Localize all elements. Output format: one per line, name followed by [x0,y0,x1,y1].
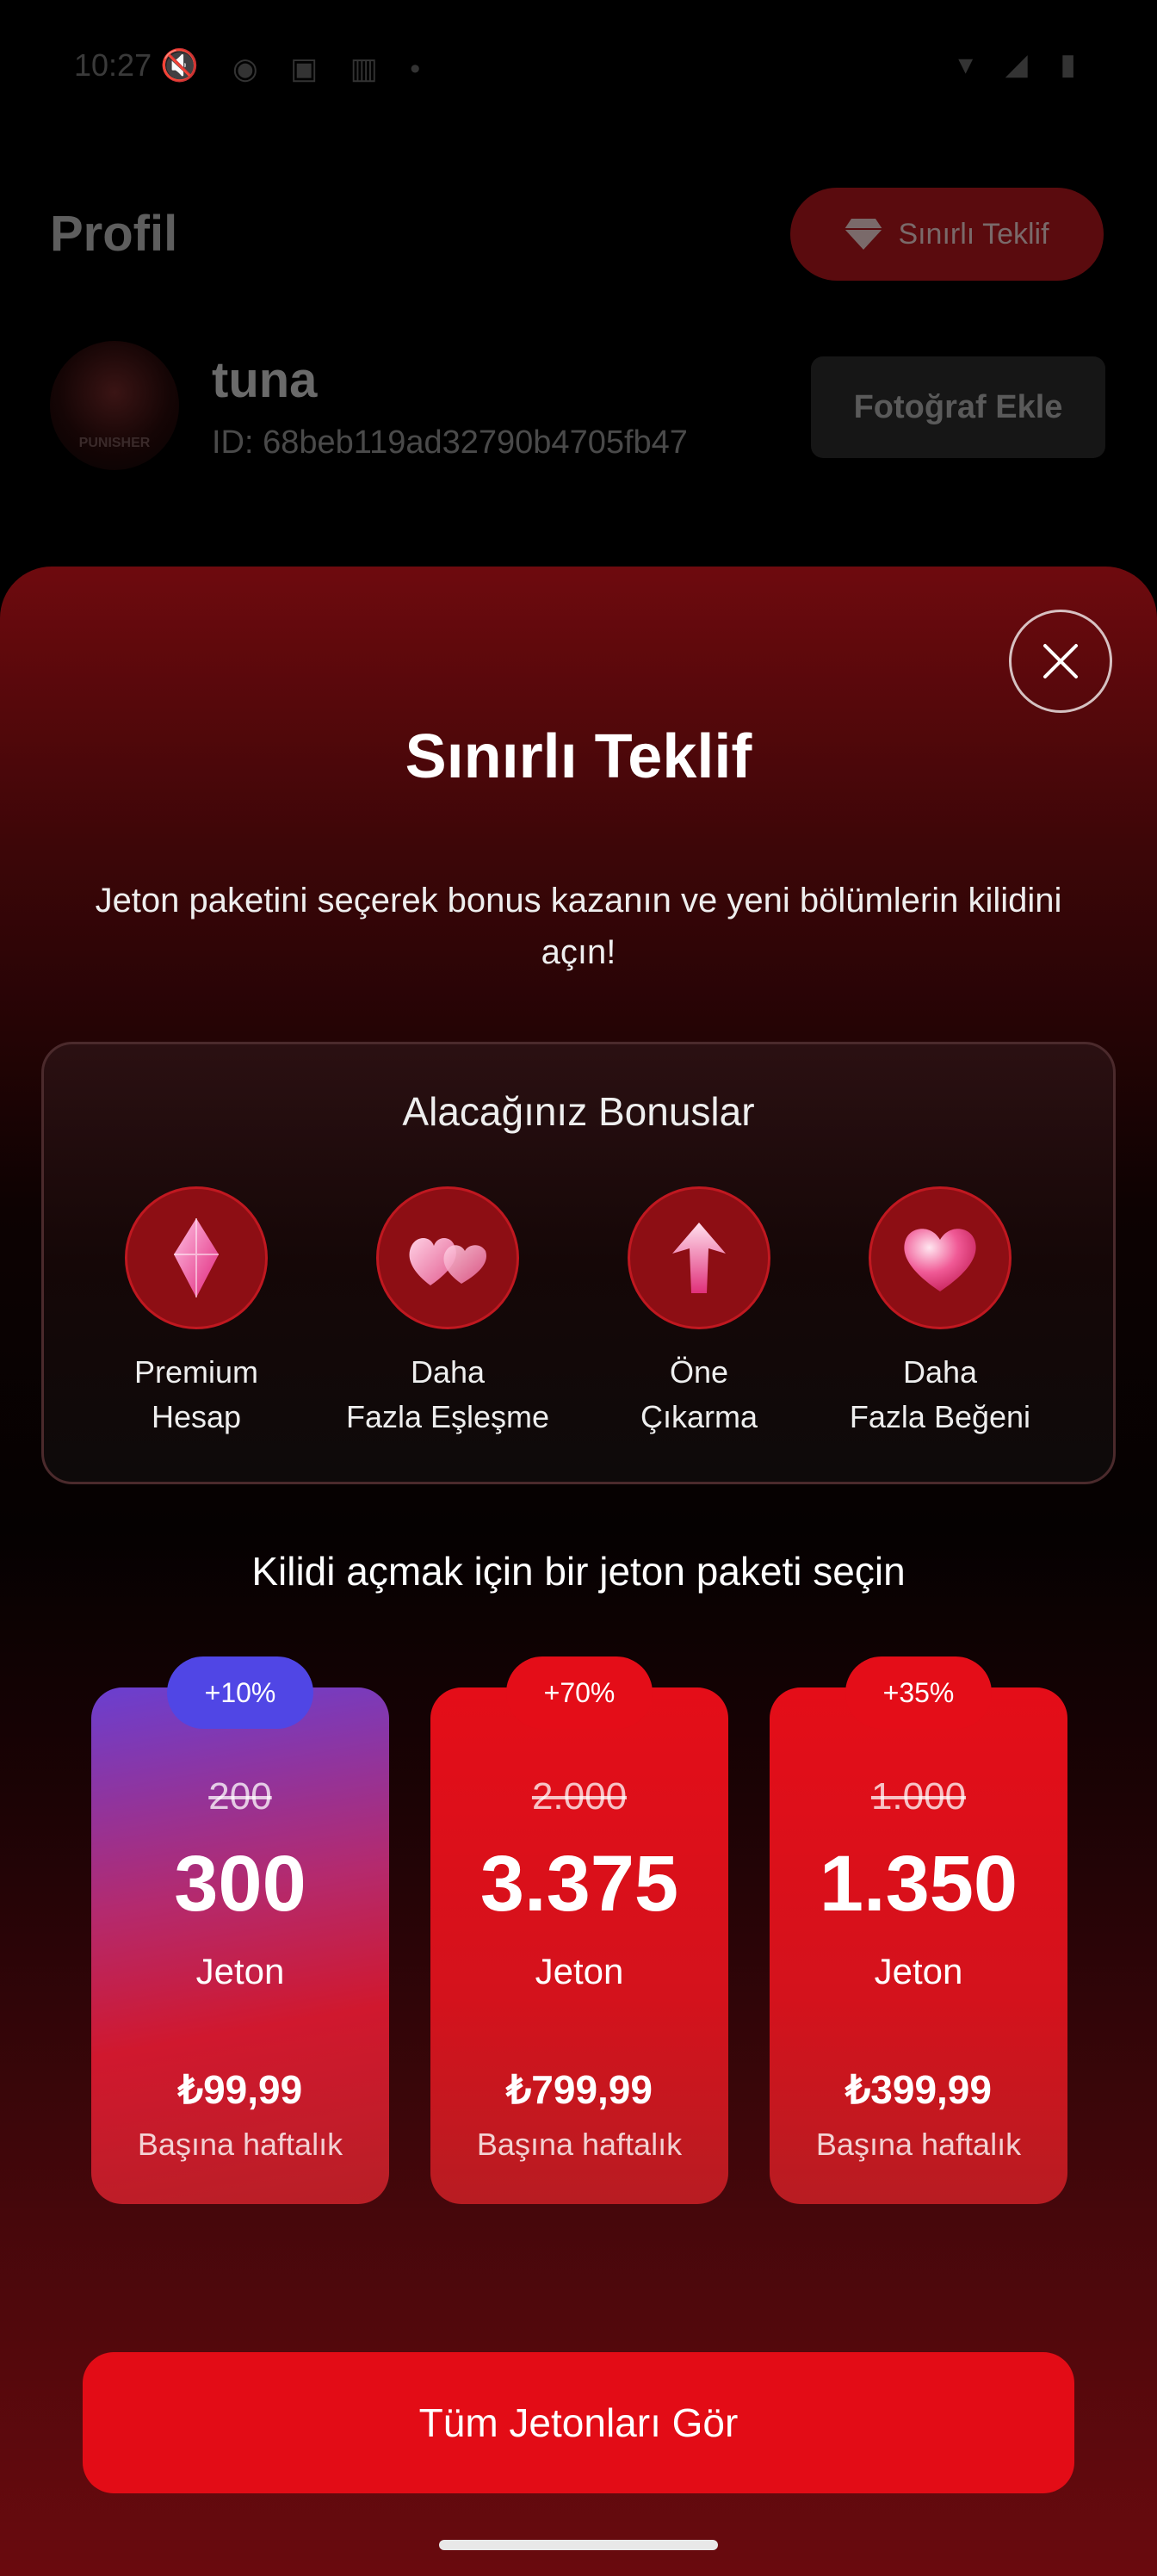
profile-title: Profil [50,206,178,262]
user-id: ID: 68beb119ad32790b4705fb47 [212,424,688,461]
bonus-item-more-likes: Daha Fazla Beğeni [811,1186,1069,1440]
bonus-label: Daha Fazla Eşleşme [345,1354,550,1434]
token-unit: Jeton [535,1951,624,1991]
heart-icon [904,1229,976,1291]
price-period: Başına haftalık [815,2127,1022,2162]
bonus-item-premium: Premium Hesap [67,1186,325,1440]
bonus-label: Premium Hesap [133,1354,259,1434]
price: ₺399,99 [845,2067,992,2112]
status-bar: 10:27 🔇 ◉ ▣ ▥ • ▾ ◢ ▮ [0,0,1157,129]
username: tuna [212,352,318,408]
token-amount: 300 [174,1840,306,1928]
status-time: 10:27 🔇 [74,47,199,83]
bonus-title: Alacağınız Bonuslar [402,1089,755,1134]
close-icon [1043,644,1078,678]
token-amount: 1.350 [819,1840,1018,1928]
add-photo-button[interactable]: Fotoğraf Ekle [811,356,1105,458]
avatar[interactable]: PUNISHER [50,341,179,470]
pick-package-title: Kilidi açmak için bir jeton paketi seçin [251,1549,906,1594]
limited-offer-label: Sınırlı Teklif [898,217,1049,251]
bonus-label: Öne Çıkarma [640,1354,758,1434]
status-notification-icons: ◉ ▣ ▥ • [232,53,433,85]
limited-offer-button[interactable]: Sınırlı Teklif [790,188,1104,281]
sheet-title: Sınırlı Teklif [405,722,752,791]
status-system-icons: ▾ ◢ ▮ [958,48,1088,81]
diamond-icon [174,1218,219,1297]
bonus-badge: +35% [845,1656,992,1729]
home-indicator[interactable] [439,2540,718,2550]
close-button[interactable] [1009,610,1112,713]
bonus-item-more-matches: Daha Fazla Eşleşme [319,1186,577,1440]
token-unit: Jeton [195,1951,285,1991]
price: ₺99,99 [177,2067,303,2112]
bonus-badge: +10% [167,1656,313,1729]
see-all-tokens-button[interactable]: Tüm Jetonları Gör [83,2352,1074,2493]
old-amount: 2.000 [531,1775,628,1817]
old-amount: 200 [208,1775,272,1817]
price-period: Başına haftalık [476,2127,683,2162]
package-card-300[interactable]: +10% 200 300 Jeton ₺99,99 Başına haftalı… [91,1656,389,2204]
sheet-subtitle: Jeton paketini seçerek bonus kazanın ve … [95,882,1062,971]
bonus-icon-circle [125,1186,268,1329]
bonus-icon-circle [869,1186,1012,1329]
token-unit: Jeton [874,1951,963,1991]
old-amount: 1.000 [870,1775,967,1817]
bonus-label: Daha Fazla Beğeni [849,1354,1031,1434]
hearts-icon [409,1238,486,1285]
price: ₺799,99 [506,2067,653,2112]
bonus-item-boost: Öne Çıkarma [570,1186,828,1440]
package-card-3375[interactable]: +70% 2.000 3.375 Jeton ₺799,99 Başına ha… [430,1656,728,2204]
bonus-badge: +70% [506,1656,653,1729]
diamond-icon [845,219,883,250]
avatar-logo-text: PUNISHER [78,436,151,450]
price-period: Başına haftalık [137,2127,343,2162]
bonus-icon-circle [376,1186,519,1329]
bonus-icon-circle [628,1186,770,1329]
boost-arrow-icon [672,1223,726,1293]
package-card-1350[interactable]: +35% 1.000 1.350 Jeton ₺399,99 Başına ha… [770,1656,1067,2204]
token-amount: 3.375 [480,1840,679,1928]
